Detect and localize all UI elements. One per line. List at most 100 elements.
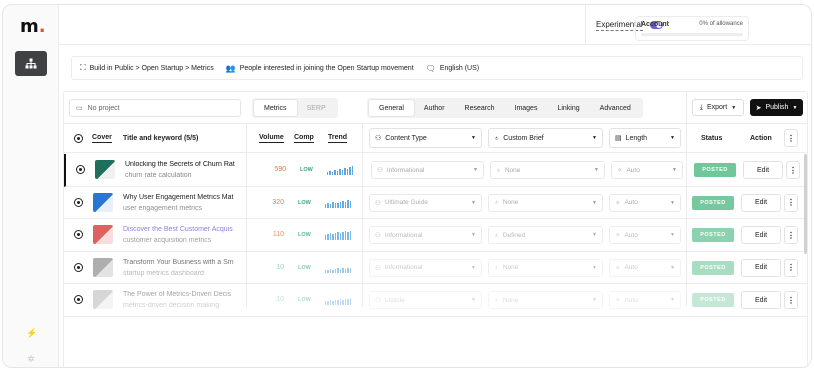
length-select[interactable]: ✧ Auto ▼ <box>609 193 681 212</box>
edit-button[interactable]: Edit <box>741 193 781 212</box>
cover-thumbnail[interactable] <box>93 192 113 212</box>
chevron-down-icon: ▼ <box>471 232 476 238</box>
article-title[interactable]: The Power of Metrics-Driven Decis <box>123 291 238 298</box>
col-title[interactable]: Title and keyword (5/5) <box>123 124 198 153</box>
account-widget[interactable]: Account 0% of allowance <box>635 16 749 41</box>
custom-brief-select[interactable]: ♁ None ▼ <box>488 193 603 212</box>
content-type-select[interactable]: ⚇ Listicle ▼ <box>369 291 482 309</box>
custom-brief-select[interactable]: ♁ None ▼ <box>488 258 603 277</box>
settings-icon[interactable]: ✲ <box>26 354 36 364</box>
col-comp[interactable]: Comp <box>294 124 314 153</box>
tab-linking[interactable]: Linking <box>547 100 589 116</box>
content-type-select[interactable]: ⚇ Informational ▼ <box>369 226 482 244</box>
sidebar-item-sitemap[interactable] <box>15 51 47 76</box>
tab-research[interactable]: Research <box>455 100 505 116</box>
trend-sparkline <box>325 197 351 208</box>
chevron-down-icon: ▼ <box>471 199 476 206</box>
cover-thumbnail[interactable] <box>93 257 113 277</box>
column-options-button[interactable]: ⋮ <box>784 129 798 147</box>
length-select[interactable]: ✧ Auto ▼ <box>611 161 683 179</box>
custom-brief-select[interactable]: ♁ Defined ▼ <box>488 226 603 244</box>
edit-button[interactable]: Edit <box>743 161 783 179</box>
breadcrumb[interactable]: ⛶ Build in Public > Open Startup > Metri… <box>80 63 214 73</box>
row-select-radio[interactable] <box>74 295 83 304</box>
trend-sparkline <box>325 294 351 305</box>
row-menu-button[interactable]: ⋮ <box>786 161 800 179</box>
tab-serp[interactable]: SERP <box>297 100 336 116</box>
trend-bar <box>349 167 351 175</box>
publish-button[interactable]: ➤ Publish ▼ <box>750 99 803 116</box>
table-scrollbar[interactable] <box>804 154 807 254</box>
article-title[interactable]: Why User Engagement Metrics Mat <box>123 194 238 201</box>
trend-bar <box>347 232 349 240</box>
app-logo[interactable]: m. <box>20 16 46 37</box>
row-select-radio[interactable] <box>74 262 83 272</box>
col-volume[interactable]: Volume <box>259 124 284 153</box>
article-title[interactable]: Unlocking the Secrets of Churn Rat <box>125 161 240 168</box>
length-select[interactable]: ✧ Auto ▼ <box>609 291 681 309</box>
tab-metrics[interactable]: Metrics <box>254 100 297 116</box>
row-select-radio[interactable] <box>74 197 83 207</box>
volume-value: 10 <box>276 263 284 271</box>
trend-bar <box>336 171 339 175</box>
col-trend[interactable]: Trend <box>328 124 348 153</box>
content-type-select[interactable]: ⚇ Ultimate Guide ▼ <box>369 193 482 212</box>
row-menu-button[interactable]: ⋮ <box>784 291 798 309</box>
edit-button[interactable]: Edit <box>741 291 781 309</box>
trend-bar <box>329 300 332 305</box>
content-type-select[interactable]: ⚇ Informational ▼ <box>371 161 484 179</box>
table-row[interactable]: Why User Engagement Metrics Mat user eng… <box>64 187 807 219</box>
comp-badge: LOW <box>298 264 311 271</box>
trend-bar <box>349 298 351 305</box>
col-cover[interactable]: Cover <box>92 124 112 153</box>
trend-bar <box>325 235 327 240</box>
allowance-text: 0% of allowance <box>699 21 743 27</box>
divider <box>246 124 247 307</box>
tab-images[interactable]: Images <box>505 100 548 116</box>
cover-thumbnail[interactable] <box>95 160 115 179</box>
chevron-down-icon: ▼ <box>670 264 675 271</box>
comp-badge: LOW <box>298 199 311 206</box>
edit-button[interactable]: Edit <box>741 226 781 244</box>
content-type-dropdown[interactable]: ⚇ Content Type ▼ <box>369 128 482 148</box>
export-button[interactable]: ⤓ Export ▼ <box>692 99 744 116</box>
cover-thumbnail[interactable] <box>93 290 113 309</box>
custom-brief-select[interactable]: ♁ None ▼ <box>488 291 603 309</box>
table-row[interactable]: The Power of Metrics-Driven Decis metric… <box>64 284 807 317</box>
length-dropdown[interactable]: ▤ Length ▼ <box>609 128 681 148</box>
tab-general[interactable]: General <box>369 100 414 116</box>
custom-brief-select[interactable]: ♁ None ▼ <box>490 161 605 179</box>
audience[interactable]: 👥 People interested in joining the Open … <box>226 64 414 73</box>
article-title[interactable]: Discover the Best Customer Acquis <box>123 226 238 233</box>
language[interactable]: 🗨 English (US) <box>426 64 479 73</box>
tab-author[interactable]: Author <box>414 100 455 116</box>
edit-button[interactable]: Edit <box>741 258 781 277</box>
length-select[interactable]: ✧ Auto ▼ <box>609 226 681 244</box>
row-select-radio[interactable] <box>76 165 85 174</box>
chevron-down-icon: ▼ <box>471 264 476 271</box>
lightning-icon[interactable]: ⚡ <box>26 328 37 338</box>
select-all-radio[interactable] <box>74 134 83 143</box>
article-title[interactable]: Transform Your Business with a Sm <box>123 259 238 266</box>
row-menu-button[interactable]: ⋮ <box>784 226 798 244</box>
row-select-radio[interactable] <box>74 230 83 239</box>
trend-bar <box>349 231 351 240</box>
length-select[interactable]: ✧ Auto ▼ <box>609 258 681 277</box>
volume-value: 590 <box>274 166 286 173</box>
chevron-down-icon: ▼ <box>670 199 675 206</box>
cover-thumbnail[interactable] <box>93 225 113 244</box>
article-keyword: user engagement metrics <box>123 204 202 212</box>
custom-brief-dropdown[interactable]: ♁ Custom Brief ▼ <box>488 128 603 148</box>
project-select[interactable]: ▭ No project <box>69 99 241 117</box>
table-row[interactable]: Transform Your Business with a Sm startu… <box>64 252 807 284</box>
content-type-select[interactable]: ⚇ Informational ▼ <box>369 258 482 277</box>
row-menu-button[interactable]: ⋮ <box>784 258 798 277</box>
trend-bar <box>329 203 332 208</box>
chevron-down-icon: ▼ <box>592 297 597 303</box>
table-row[interactable]: Discover the Best Customer Acquis custom… <box>64 219 807 252</box>
table-row[interactable]: Unlocking the Secrets of Churn Rat churn… <box>64 154 807 187</box>
article-keyword: startup metrics dashboard <box>123 269 204 277</box>
tab-advanced[interactable]: Advanced <box>590 100 641 116</box>
row-menu-button[interactable]: ⋮ <box>784 193 798 212</box>
chevron-down-icon: ▼ <box>592 232 597 238</box>
